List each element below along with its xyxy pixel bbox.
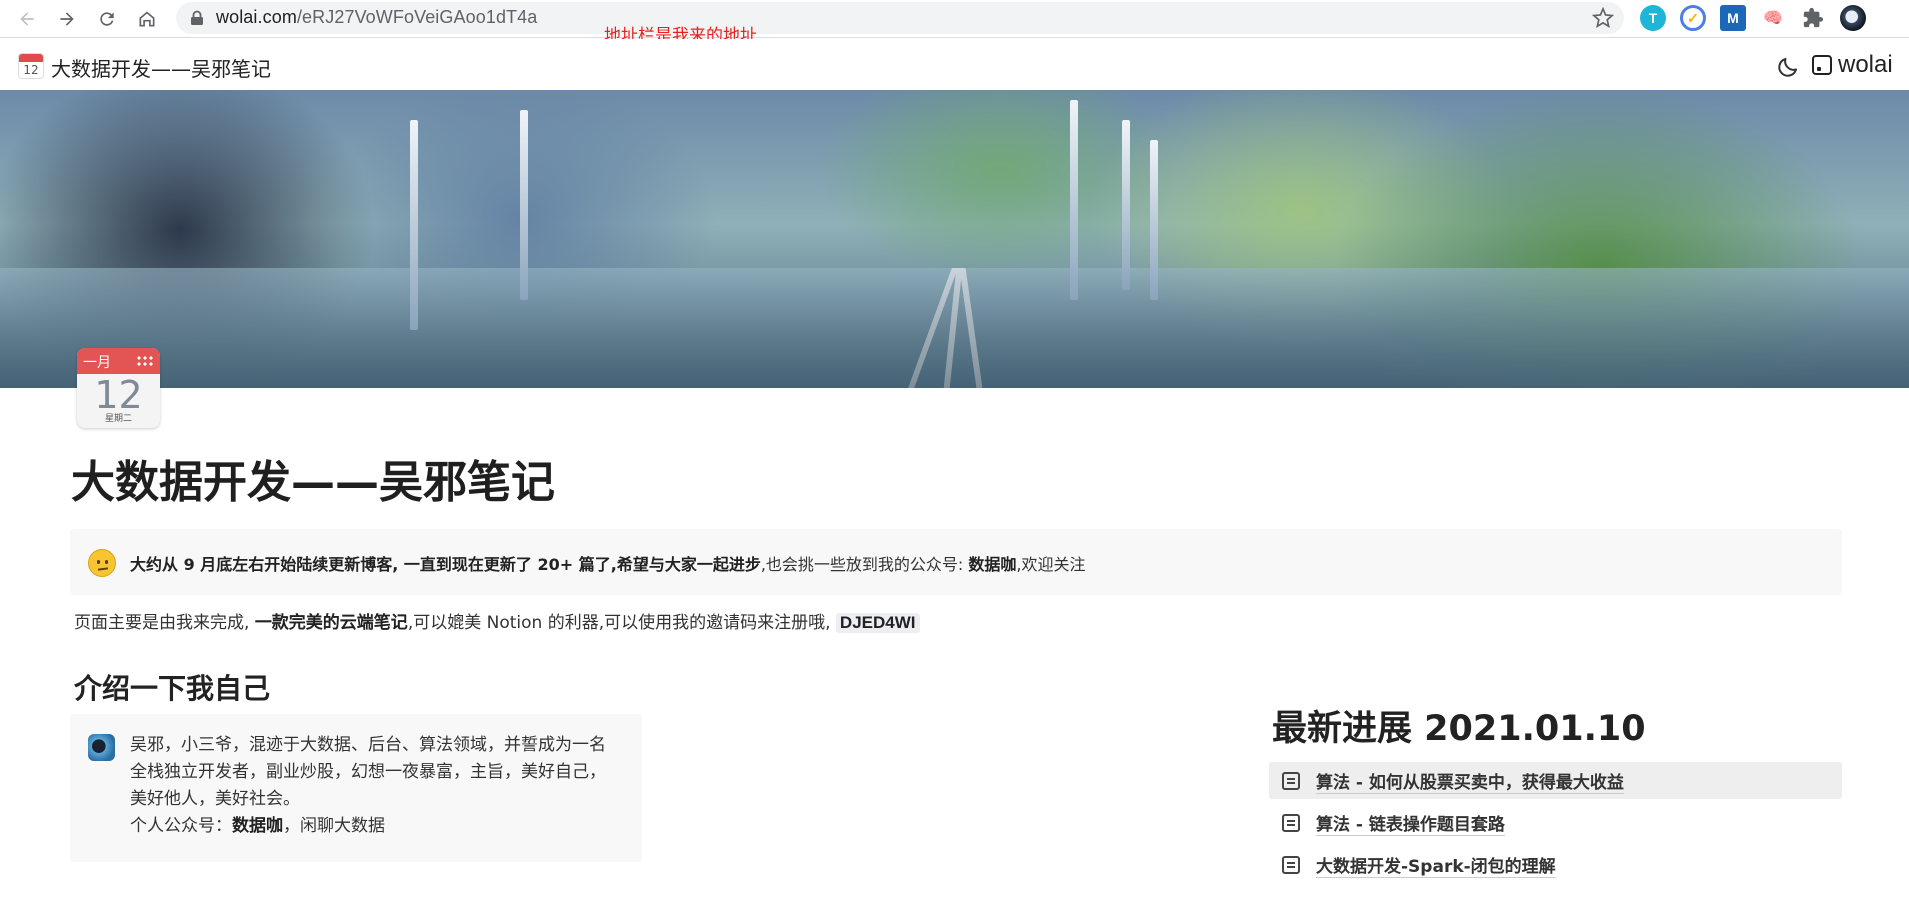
- calendar-icon: 12: [18, 53, 44, 79]
- news-page-link[interactable]: 算法 - 如何从股票买卖中，获得最大收益: [1269, 762, 1842, 799]
- profile-avatar[interactable]: [1840, 5, 1866, 31]
- header-page-title[interactable]: 大数据开发——吴邪笔记: [51, 53, 271, 82]
- news-page-link[interactable]: 算法 - 链表操作题目套路: [1269, 804, 1842, 841]
- dark-mode-moon-icon[interactable]: [1776, 55, 1800, 79]
- extension-translate-icon[interactable]: T: [1640, 5, 1666, 31]
- extension-brain-icon[interactable]: 🧠: [1760, 5, 1786, 31]
- address-bar[interactable]: wolai.com/eRJ27VoWFoVeiGAoo1dT4a: [176, 2, 1624, 34]
- wolai-logo[interactable]: wolai: [1812, 51, 1893, 79]
- extension-m-icon[interactable]: M: [1720, 5, 1746, 31]
- latest-progress-heading: 最新进展 2021.01.10: [1272, 709, 1646, 749]
- wolai-brand-text: wolai: [1838, 51, 1893, 78]
- callout-block: 大约从 9 月底左右开始陆续更新博客, 一直到现在更新了 20+ 篇了,希望与大…: [70, 529, 1842, 595]
- wolai-header: 12 大数据开发——吴邪笔记 wolai: [0, 39, 1909, 90]
- document-icon: [1282, 855, 1300, 874]
- cover-image: [0, 90, 1909, 388]
- news-page-link[interactable]: 大数据开发-Spark-闭包的理解: [1269, 846, 1842, 883]
- document-icon: [1282, 813, 1300, 832]
- invite-code: DJED4WI: [835, 613, 920, 633]
- page-title: 大数据开发——吴邪笔记: [71, 457, 555, 508]
- forward-icon[interactable]: [52, 4, 82, 34]
- home-icon[interactable]: [132, 4, 162, 34]
- callout-text: 大约从 9 月底左右开始陆续更新博客, 一直到现在更新了 20+ 篇了,希望与大…: [130, 555, 1086, 574]
- url-text: wolai.com/eRJ27VoWFoVeiGAoo1dT4a: [216, 7, 538, 27]
- page-calendar-icon[interactable]: 一月 12 星期二: [77, 348, 160, 428]
- intro-paragraph: 页面主要是由我来完成, 一款完美的云端笔记,可以媲美 Notion 的利器,可以…: [74, 608, 920, 633]
- author-avatar-icon: [88, 734, 115, 761]
- wolai-logo-icon: [1812, 55, 1832, 75]
- back-icon[interactable]: [12, 4, 42, 34]
- confused-face-emoji-icon: [88, 549, 116, 577]
- lock-icon: [191, 10, 203, 25]
- about-me-heading: 介绍一下我自己: [74, 672, 271, 705]
- extensions-puzzle-icon[interactable]: [1800, 5, 1826, 31]
- about-me-callout: 吴邪，小三爷，混迹于大数据、后台、算法领域，并誓成为一名 全栈独立开发者，副业炒…: [70, 714, 642, 862]
- bookmark-star-icon[interactable]: [1592, 7, 1614, 29]
- browser-toolbar: wolai.com/eRJ27VoWFoVeiGAoo1dT4a 地址栏是我来的…: [0, 0, 1909, 46]
- reload-icon[interactable]: [92, 4, 122, 34]
- extension-check-icon[interactable]: ✓: [1680, 5, 1706, 31]
- about-me-text: 吴邪，小三爷，混迹于大数据、后台、算法领域，并誓成为一名 全栈独立开发者，副业炒…: [130, 735, 606, 836]
- document-icon: [1282, 771, 1300, 790]
